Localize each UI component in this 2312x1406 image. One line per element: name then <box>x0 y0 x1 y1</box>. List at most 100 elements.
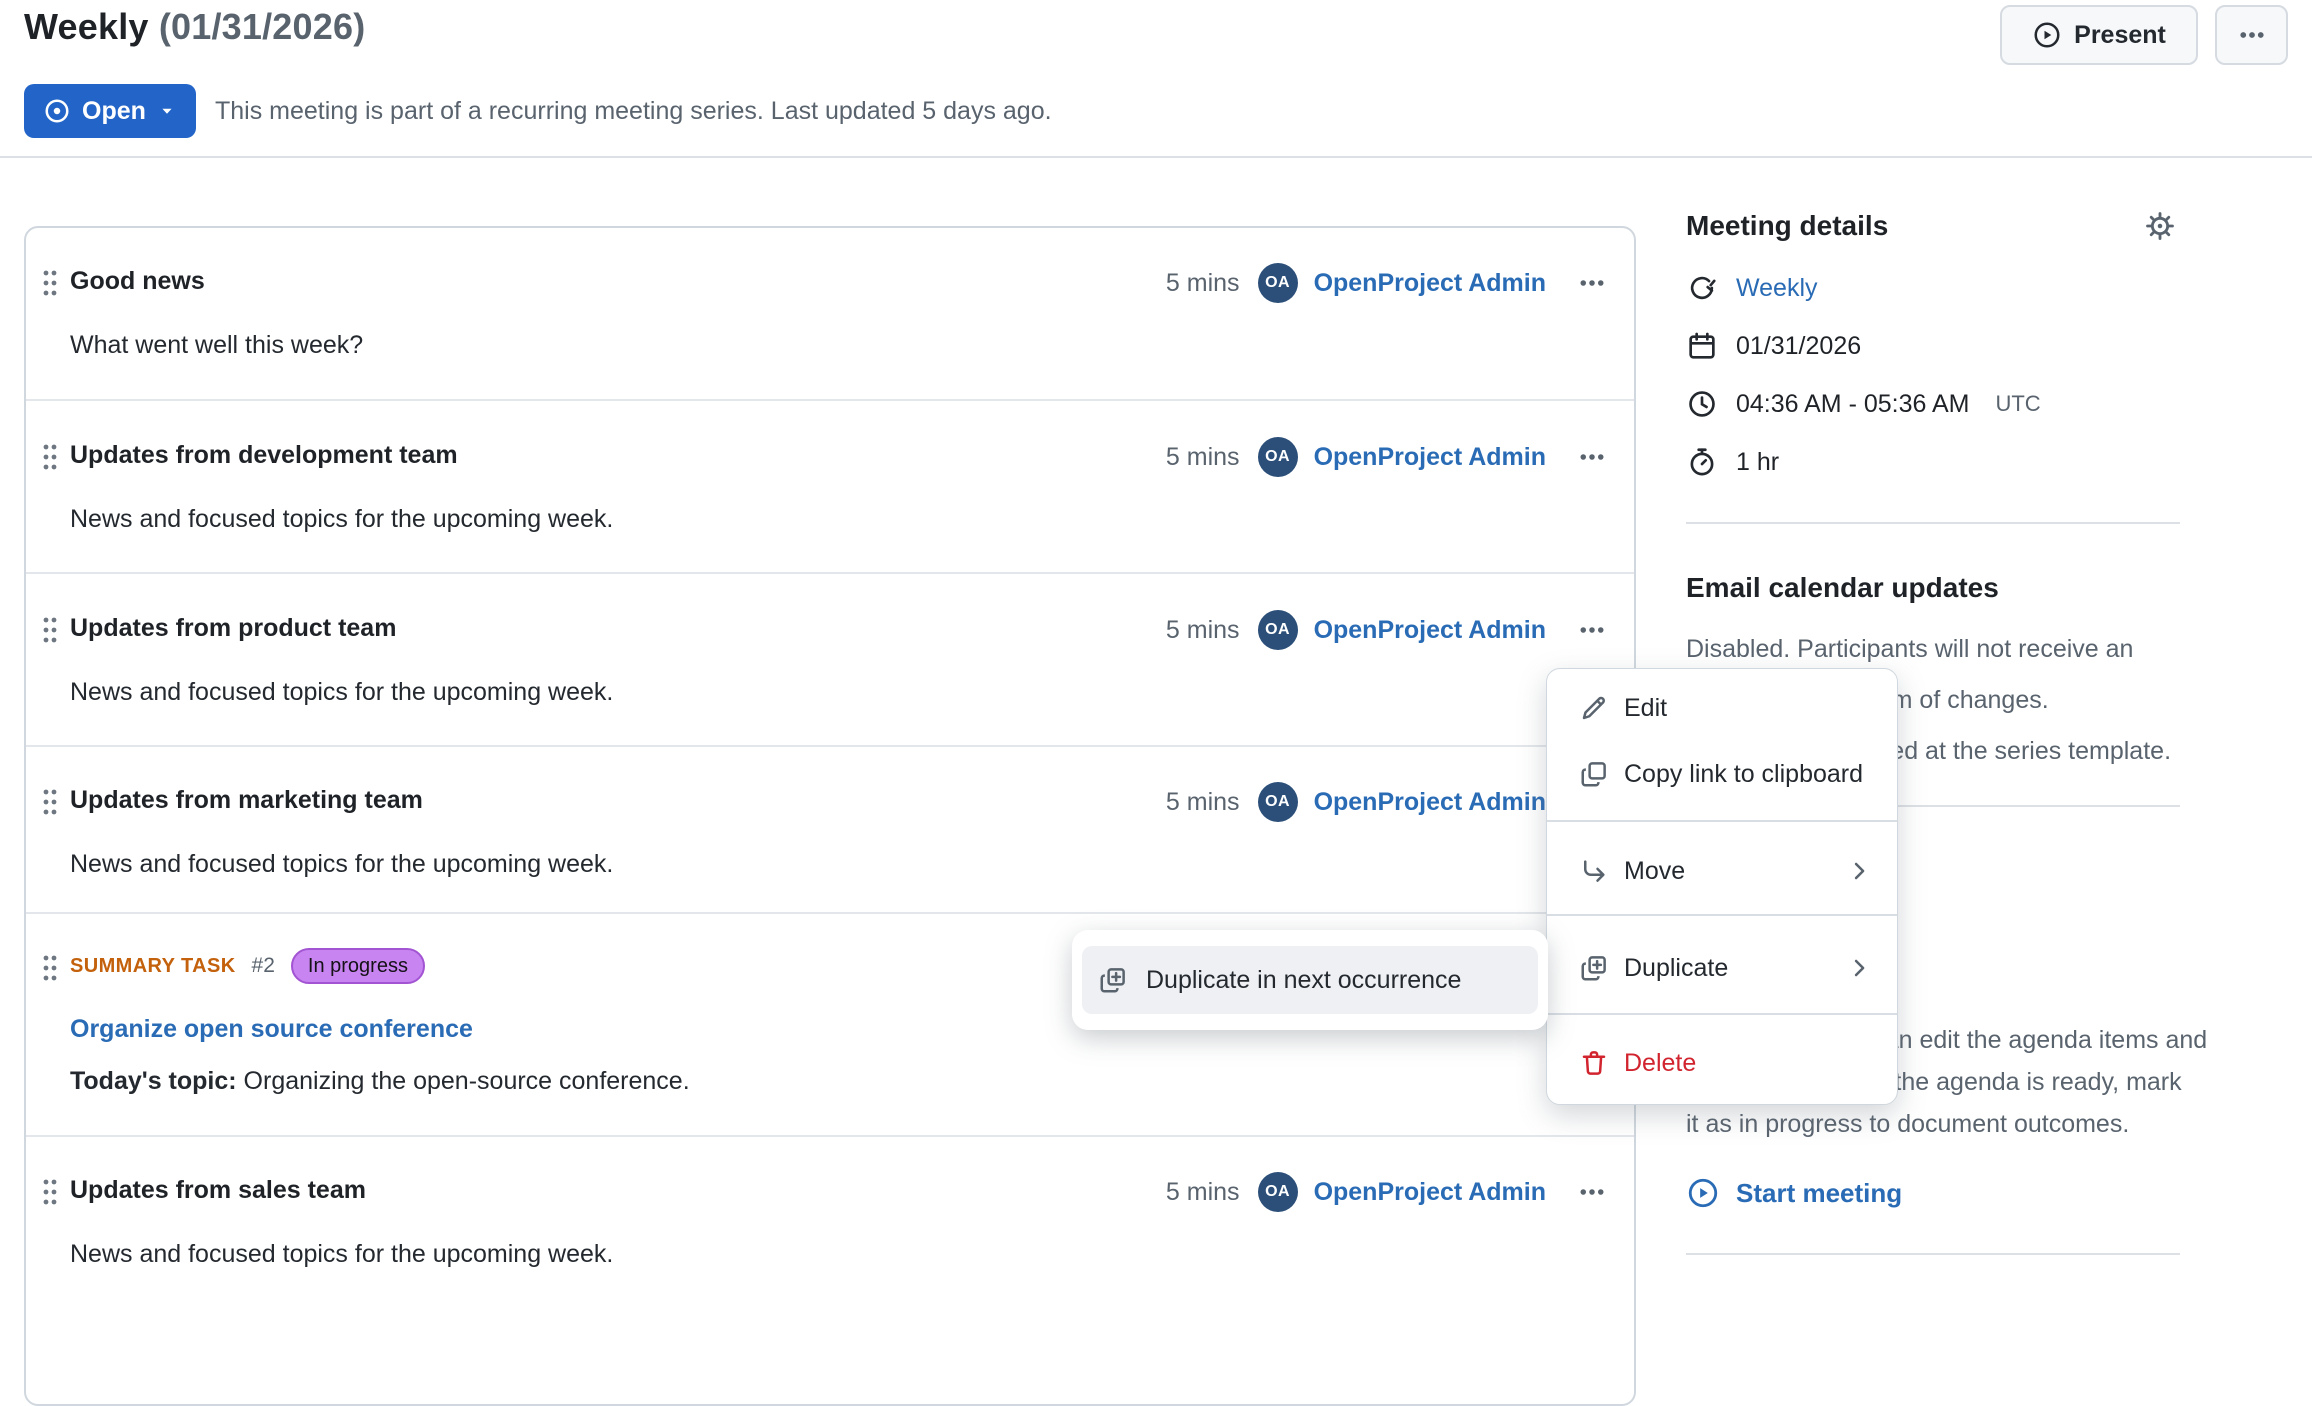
avatar: OA <box>1258 437 1298 477</box>
drag-handle-icon[interactable] <box>40 440 62 479</box>
menu-item-copy-link-to-clipboard[interactable]: Copy link to clipboard <box>1547 748 1897 800</box>
agenda-item-context-menu: Edit Copy link to clipboard Move Duplicate D… <box>1546 668 1898 1105</box>
menu-item-label: Duplicate <box>1624 954 1728 983</box>
agenda-item-description: News and focused topics for the upcoming… <box>70 850 613 879</box>
agenda-row-divider <box>26 1135 1634 1137</box>
duration-label: 5 mins <box>1166 616 1240 645</box>
agenda-item-description: What went well this week? <box>70 331 363 360</box>
drag-handle-icon[interactable] <box>40 1175 62 1214</box>
agenda-row-divider <box>26 399 1634 401</box>
drag-handle-icon[interactable] <box>40 785 62 824</box>
duplicate-submenu-popup: Duplicate in next occurrence <box>1072 930 1548 1030</box>
meeting-date-suffix: (01/31/2026) <box>159 6 366 47</box>
start-meeting-link[interactable]: Start meeting <box>1686 1176 1902 1210</box>
play-circle-icon <box>2032 20 2062 50</box>
header-divider <box>0 156 2312 158</box>
drag-handle-icon[interactable] <box>40 951 62 990</box>
duration-label: 5 mins <box>1166 1178 1240 1207</box>
avatar: OA <box>1258 263 1298 303</box>
menu-item-label: Copy link to clipboard <box>1624 760 1863 789</box>
agenda-item-more-button[interactable] <box>1570 263 1614 303</box>
time-value: 04:36 AM - 05:36 AM <box>1736 390 1969 419</box>
agenda-item-meta: 5 mins OA OpenProject Admin <box>1166 1172 1614 1212</box>
avatar: OA <box>1258 782 1298 822</box>
caret-down-icon <box>156 100 178 122</box>
agenda-item-title: Updates from sales team <box>70 1176 366 1205</box>
menu-divider <box>1547 1013 1897 1015</box>
clock-icon <box>1686 388 1718 420</box>
kebab-horizontal-icon <box>1575 615 1609 645</box>
agenda-item-description: Today's topic: Organizing the open-sourc… <box>70 1067 690 1096</box>
menu-divider <box>1547 914 1897 916</box>
drag-handle-icon[interactable] <box>40 613 62 652</box>
agenda-item-meta: 5 mins OA OpenProject Admin <box>1166 437 1614 477</box>
agenda-row-divider <box>26 912 1634 914</box>
status-badge[interactable]: In progress <box>291 948 425 984</box>
drag-handle-icon[interactable] <box>40 266 62 305</box>
presenter-link[interactable]: OpenProject Admin <box>1314 269 1546 298</box>
agenda-item-more-button[interactable] <box>1570 610 1614 650</box>
agenda-item-title: Updates from marketing team <box>70 786 423 815</box>
sidebar-divider <box>1686 522 2180 524</box>
sidebar-divider <box>1686 1253 2180 1255</box>
timezone-label: UTC <box>1995 391 2040 417</box>
frequency-link[interactable]: Weekly <box>1736 274 1818 303</box>
agenda-item-more-button[interactable] <box>1570 1172 1614 1212</box>
duration-value: 1 hr <box>1736 448 1779 477</box>
meeting-title: Weekly <box>24 6 149 47</box>
agenda-row-divider <box>26 572 1634 574</box>
duplicate-icon <box>1579 953 1609 983</box>
submenu-item-label: Duplicate in next occurrence <box>1146 966 1461 995</box>
kebab-horizontal-icon <box>1575 442 1609 472</box>
presenter-link[interactable]: OpenProject Admin <box>1314 1178 1546 1207</box>
agenda-item-title: Updates from product team <box>70 614 396 643</box>
menu-item-delete[interactable]: Delete <box>1547 1037 1897 1089</box>
open-state-line: it as in progress to document outcomes. <box>1686 1103 2196 1145</box>
duration-label: 5 mins <box>1166 788 1240 817</box>
work-package-id: #2 <box>252 954 275 978</box>
agenda-list: Good newsWhat went well this week?5 mins… <box>24 226 1636 1406</box>
kebab-horizontal-icon <box>2237 20 2267 50</box>
calendar-icon <box>1686 330 1718 362</box>
avatar: OA <box>1258 1172 1298 1212</box>
menu-item-label: Move <box>1624 857 1685 886</box>
work-package-tagline: SUMMARY TASK #2 In progress <box>70 948 425 984</box>
agenda-row-divider <box>26 745 1634 747</box>
duplicate-icon <box>1098 965 1128 995</box>
presenter-link[interactable]: OpenProject Admin <box>1314 788 1546 817</box>
agenda-item-description: News and focused topics for the upcoming… <box>70 505 613 534</box>
menu-item-move[interactable]: Move <box>1547 845 1897 897</box>
menu-item-edit[interactable]: Edit <box>1547 682 1897 734</box>
work-package-type-label: SUMMARY TASK <box>70 955 236 978</box>
issue-open-icon <box>42 96 72 126</box>
meeting-details-heading: Meeting details <box>1686 210 2180 242</box>
status-open-button[interactable]: Open <box>24 84 196 138</box>
detail-date: 01/31/2026 <box>1686 330 1861 362</box>
detail-time: 04:36 AM - 05:36 AM UTC <box>1686 388 2041 420</box>
presenter-link[interactable]: OpenProject Admin <box>1314 616 1546 645</box>
kebab-horizontal-icon <box>1575 268 1609 298</box>
agenda-item-more-button[interactable] <box>1570 437 1614 477</box>
recurring-icon <box>1686 272 1718 304</box>
agenda-item-meta: 5 mins OA OpenProject Admin <box>1166 263 1614 303</box>
menu-item-duplicate[interactable]: Duplicate <box>1547 942 1897 994</box>
detail-duration: 1 hr <box>1686 446 1779 478</box>
avatar: OA <box>1258 610 1298 650</box>
agenda-item-description: News and focused topics for the upcoming… <box>70 1240 613 1269</box>
duration-label: 5 mins <box>1166 443 1240 472</box>
agenda-item-meta: 5 mins OA OpenProject Admin <box>1166 610 1614 650</box>
chevron-right-icon <box>1845 954 1873 982</box>
work-package-link[interactable]: Organize open source conference <box>70 1015 473 1044</box>
gear-icon[interactable] <box>2140 206 2180 246</box>
kebab-horizontal-icon <box>1575 1177 1609 1207</box>
presenter-link[interactable]: OpenProject Admin <box>1314 443 1546 472</box>
duration-label: 5 mins <box>1166 269 1240 298</box>
menu-divider <box>1547 820 1897 822</box>
detail-frequency: Weekly <box>1686 272 1818 304</box>
page-title: Weekly (01/31/2026) <box>24 6 365 48</box>
menu-item-duplicate-in-next-occurrence[interactable]: Duplicate in next occurrence <box>1082 946 1538 1014</box>
header-more-button[interactable] <box>2215 5 2288 65</box>
present-label: Present <box>2074 21 2166 50</box>
present-button[interactable]: Present <box>2000 5 2198 65</box>
chevron-right-icon <box>1845 857 1873 885</box>
